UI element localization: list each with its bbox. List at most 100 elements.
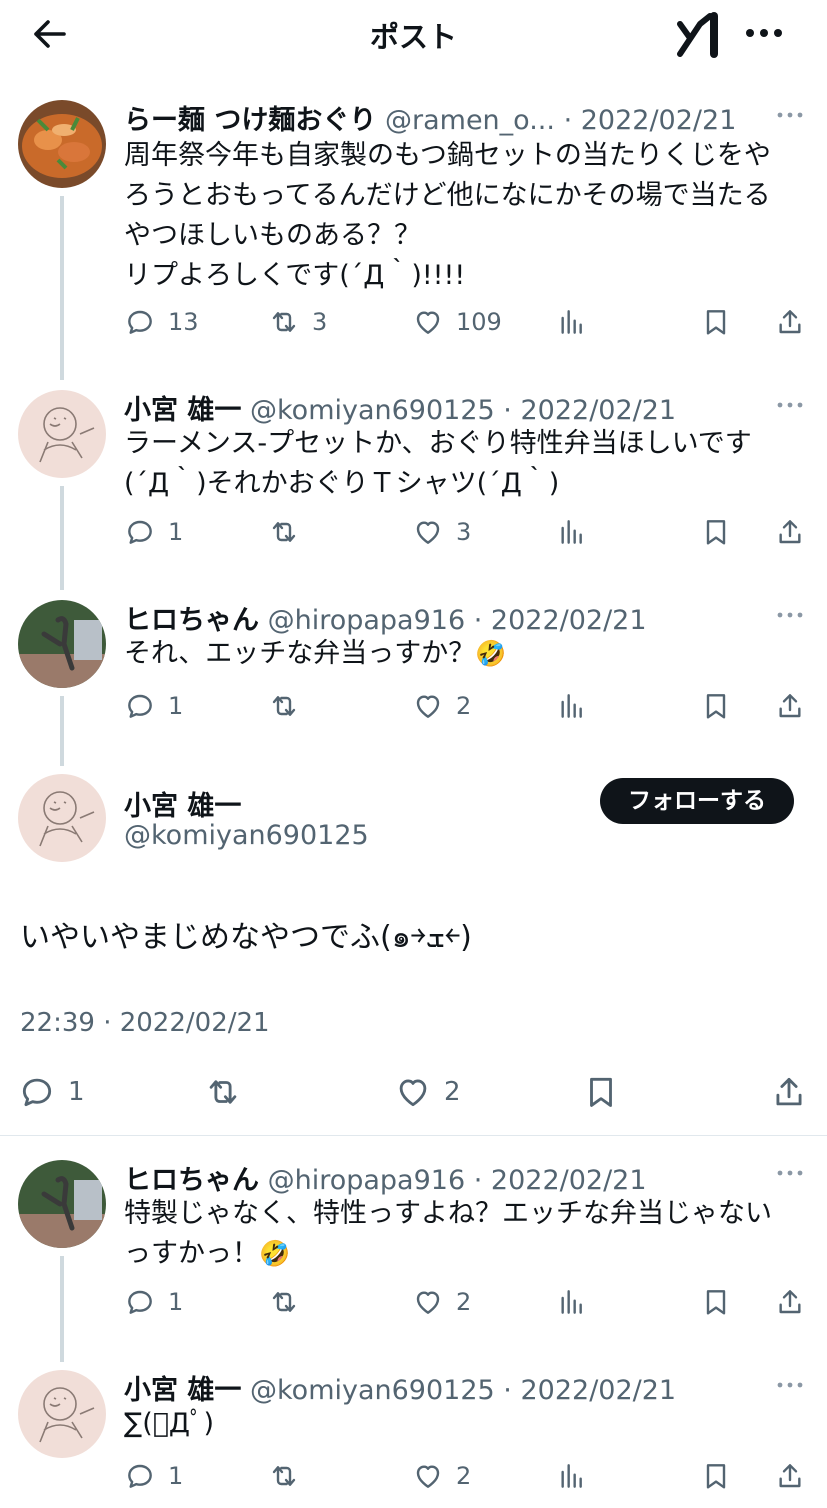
author-name[interactable]: らー麺 つけ麺おぐり: [124, 105, 376, 136]
reply-button[interactable]: 13: [124, 302, 199, 342]
bookmark-button[interactable]: [700, 1282, 732, 1322]
share-button[interactable]: [770, 1072, 808, 1112]
retweet-button[interactable]: [268, 1456, 312, 1496]
author-handle[interactable]: @komiyan690125: [124, 820, 369, 851]
more-icon[interactable]: [775, 400, 805, 410]
author-handle[interactable]: @komiyan690125: [250, 395, 495, 426]
reply-icon: [124, 690, 156, 722]
post-timestamp[interactable]: 22:39 · 2022/02/21: [20, 1008, 270, 1038]
tweet-text: それ、エッチな弁当っすか？🤣: [124, 638, 507, 669]
bookmark-icon: [700, 1460, 732, 1492]
rofl-emoji: 🤣: [475, 639, 507, 668]
like-icon: [412, 1460, 444, 1492]
like-icon: [412, 306, 444, 338]
more-icon[interactable]: [775, 1380, 805, 1390]
more-icon[interactable]: [742, 18, 786, 48]
views-icon: [556, 516, 588, 548]
bookmark-icon: [582, 1073, 620, 1111]
reply-button[interactable]: 1: [124, 512, 183, 552]
share-icon: [774, 690, 806, 722]
bookmark-button[interactable]: [582, 1072, 620, 1112]
author-name[interactable]: 小宮 雄一: [124, 1375, 241, 1406]
share-button[interactable]: [774, 686, 806, 726]
author-handle[interactable]: @hiropapa916: [268, 605, 466, 636]
reply-button[interactable]: 1: [124, 1456, 183, 1496]
reply-button[interactable]: 1: [18, 1072, 85, 1112]
more-icon[interactable]: [775, 610, 805, 620]
views-icon: [556, 1460, 588, 1492]
retweet-button[interactable]: [268, 1282, 312, 1322]
like-button[interactable]: 2: [412, 1456, 471, 1496]
reply-icon: [124, 306, 156, 338]
like-icon: [412, 690, 444, 722]
post-date[interactable]: 2022/02/21: [520, 395, 676, 426]
avatar[interactable]: [18, 774, 106, 862]
reply-icon: [124, 516, 156, 548]
retweet-icon: [268, 690, 300, 722]
grok-icon[interactable]: [676, 12, 726, 58]
author-name[interactable]: 小宮 雄一: [124, 395, 241, 426]
avatar[interactable]: [18, 100, 106, 188]
views-button[interactable]: [556, 302, 588, 342]
author-handle[interactable]: @hiropapa916: [268, 1165, 466, 1196]
action-bar: 1 2: [18, 1072, 810, 1116]
bookmark-icon: [700, 516, 732, 548]
bookmark-icon: [700, 690, 732, 722]
views-button[interactable]: [556, 512, 588, 552]
bookmark-button[interactable]: [700, 512, 732, 552]
views-button[interactable]: [556, 686, 588, 726]
views-button[interactable]: [556, 1282, 588, 1322]
bookmark-button[interactable]: [700, 302, 732, 342]
avatar[interactable]: [18, 1370, 106, 1458]
like-button[interactable]: 2: [394, 1072, 461, 1112]
share-button[interactable]: [774, 1282, 806, 1322]
like-button[interactable]: 109: [412, 302, 502, 342]
bookmark-button[interactable]: [700, 1456, 732, 1496]
follow-button[interactable]: フォローする: [600, 778, 794, 824]
reply-icon: [124, 1286, 156, 1318]
views-icon: [556, 1286, 588, 1318]
retweet-icon: [268, 306, 300, 338]
share-button[interactable]: [774, 512, 806, 552]
views-icon: [556, 306, 588, 338]
action-bar: 1 2: [124, 1282, 814, 1322]
bookmark-button[interactable]: [700, 686, 732, 726]
retweet-button[interactable]: [268, 512, 312, 552]
reply-button[interactable]: 1: [124, 686, 183, 726]
tweet-text: 特製じゃなく、特性っすよね？エッチな弁当じゃない っすかっ！🤣: [124, 1198, 772, 1269]
post-date[interactable]: 2022/02/21: [491, 1165, 647, 1196]
retweet-button[interactable]: [204, 1072, 242, 1112]
share-icon: [774, 306, 806, 338]
share-button[interactable]: [774, 1456, 806, 1496]
post-date[interactable]: 2022/02/21: [581, 105, 737, 136]
post-date[interactable]: 2022/02/21: [491, 605, 647, 636]
author-name[interactable]: 小宮 雄一: [124, 784, 241, 823]
more-icon[interactable]: [775, 1168, 805, 1178]
action-bar: 13 3 109: [124, 302, 814, 342]
reply-button[interactable]: 1: [124, 1282, 183, 1322]
reply-icon: [124, 1460, 156, 1492]
avatar[interactable]: [18, 390, 106, 478]
retweet-button[interactable]: 3: [268, 302, 327, 342]
like-button[interactable]: 2: [412, 1282, 471, 1322]
views-icon: [556, 690, 588, 722]
share-icon: [774, 1460, 806, 1492]
avatar[interactable]: [18, 1160, 106, 1248]
more-icon[interactable]: [775, 110, 805, 120]
share-icon: [774, 1286, 806, 1318]
share-button[interactable]: [774, 302, 806, 342]
views-button[interactable]: [556, 1456, 588, 1496]
avatar[interactable]: [18, 600, 106, 688]
author-handle[interactable]: @komiyan690125: [250, 1375, 495, 1406]
action-bar: 1 2: [124, 686, 814, 726]
author-name[interactable]: ヒロちゃん: [124, 1165, 259, 1196]
post-date[interactable]: 2022/02/21: [520, 1375, 676, 1406]
author-handle[interactable]: @ramen_o...: [385, 105, 555, 136]
thread-line: [60, 196, 64, 380]
like-button[interactable]: 3: [412, 512, 471, 552]
author-name[interactable]: ヒロちゃん: [124, 605, 259, 636]
like-button[interactable]: 2: [412, 686, 471, 726]
retweet-icon: [204, 1073, 242, 1111]
share-icon: [774, 516, 806, 548]
retweet-button[interactable]: [268, 686, 312, 726]
